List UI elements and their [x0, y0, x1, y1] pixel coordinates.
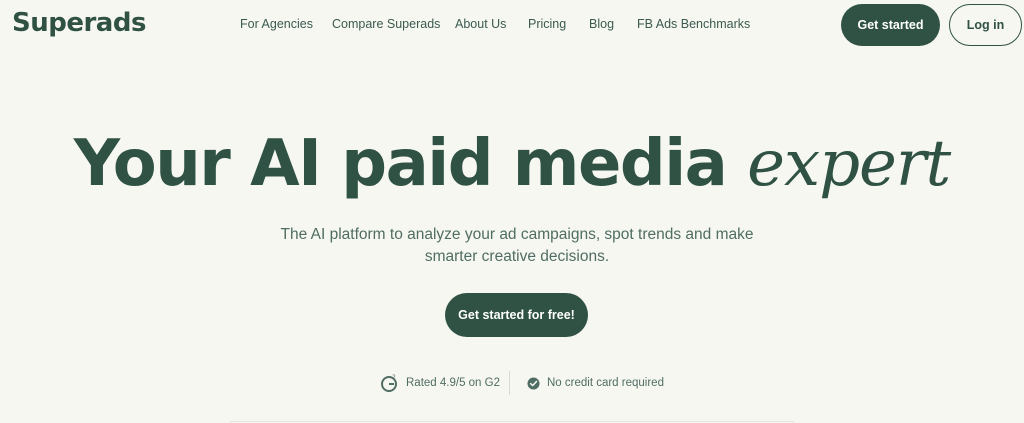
logo-text: Superads [12, 8, 146, 38]
trust-badges: 2 Rated 4.9/5 on G2 No credit card requi… [380, 371, 670, 395]
login-button[interactable]: Log in [949, 4, 1022, 46]
hero-subtitle: The AI platform to analyze your ad campa… [280, 226, 754, 265]
site-header: Superads For Agencies Compare Superads A… [0, 0, 1024, 50]
svg-text:2: 2 [392, 374, 396, 381]
nav-link-pricing[interactable]: Pricing [528, 17, 566, 31]
hero-title-italic: expert [747, 127, 951, 201]
section-divider [230, 421, 794, 422]
trust-divider [509, 371, 510, 395]
nav-link-fb-ads-benchmarks[interactable]: FB Ads Benchmarks [637, 17, 750, 31]
g2-rating: 2 Rated 4.9/5 on G2 [380, 371, 500, 395]
check-badge-icon [527, 376, 540, 390]
no-credit-card-badge: No credit card required [527, 371, 664, 395]
hero-title-main: Your AI paid media [73, 127, 728, 201]
superads-logo[interactable]: Superads [12, 8, 146, 38]
hero-title: Your AI paid media expert [0, 124, 1024, 204]
nav-link-for-agencies[interactable]: For Agencies [240, 17, 313, 31]
nav-link-about-us[interactable]: About Us [455, 17, 506, 31]
nav-link-blog[interactable]: Blog [589, 17, 614, 31]
g2-rating-text: Rated 4.9/5 on G2 [406, 377, 500, 389]
nav-link-compare-superads[interactable]: Compare Superads [332, 17, 440, 31]
get-started-button[interactable]: Get started [841, 4, 940, 46]
get-started-free-button[interactable]: Get started for free! [445, 293, 588, 337]
no-credit-card-text: No credit card required [547, 377, 664, 389]
g2-icon: 2 [381, 374, 397, 392]
